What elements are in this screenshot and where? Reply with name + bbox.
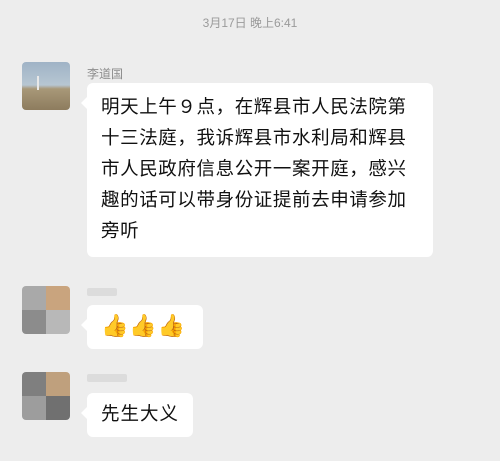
landscape-avatar-icon (22, 62, 70, 110)
bubble-tail (81, 97, 87, 109)
mosaic-tile (46, 286, 70, 310)
sender-avatar[interactable] (22, 286, 70, 334)
message-bubble[interactable]: 👍 👍 👍 (81, 305, 203, 349)
chat-message: 先生大义 (0, 372, 500, 447)
sender-name-redacted (87, 288, 117, 296)
sender-name: 李道国 (87, 67, 124, 81)
mosaic-tile (46, 372, 70, 396)
thumbs-up-icon: 👍 (157, 314, 186, 339)
emoji-row: 👍 👍 👍 (101, 305, 189, 349)
mosaic-tile (22, 286, 46, 310)
mosaic-tile (22, 372, 46, 396)
sender-name-redacted (87, 374, 127, 382)
mosaic-avatar-icon (22, 372, 70, 420)
message-bubble[interactable]: 明天上午９点，在辉县市人民法院第十三法庭，我诉辉县市水利局和辉县市人民政府信息公… (81, 83, 433, 257)
thumbs-up-icon: 👍 (129, 314, 157, 339)
sender-avatar[interactable] (22, 62, 70, 110)
bubble-tail (81, 319, 87, 331)
avatar-decoration (37, 76, 39, 90)
mosaic-tile (46, 396, 70, 420)
mosaic-tile (46, 310, 70, 334)
mosaic-tile (22, 310, 46, 334)
chat-message: 李道国 明天上午９点，在辉县市人民法院第十三法庭，我诉辉县市水利局和辉县市人民政… (0, 62, 500, 267)
chat-timestamp: 3月17日 晚上6:41 (202, 16, 298, 30)
mosaic-avatar-icon (22, 286, 70, 334)
bubble-tail (81, 407, 87, 419)
message-bubble[interactable]: 先生大义 (81, 393, 194, 437)
message-text: 先生大义 (101, 404, 180, 425)
chat-message: 👍 👍 👍 (0, 286, 500, 356)
sender-avatar[interactable] (22, 372, 70, 420)
mosaic-tile (22, 396, 46, 420)
thumbs-up-icon: 👍 (101, 314, 129, 339)
message-text: 明天上午９点，在辉县市人民法院第十三法庭，我诉辉县市水利局和辉县市人民政府信息公… (101, 97, 407, 242)
